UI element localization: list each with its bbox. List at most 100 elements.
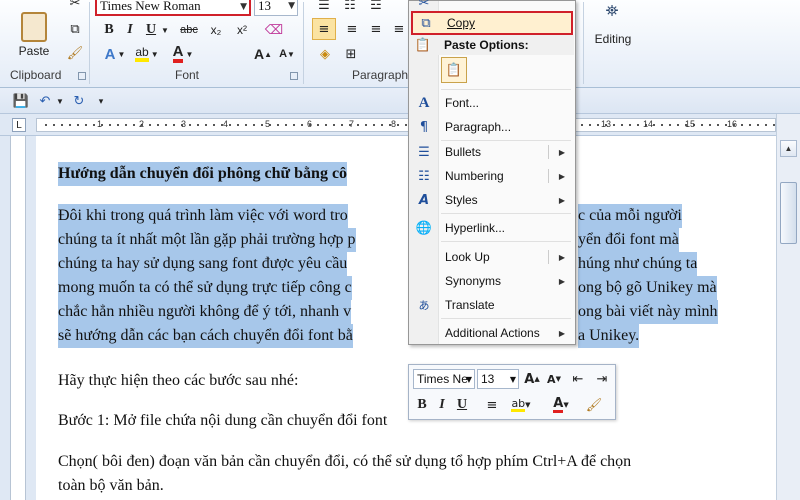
- mini-highlight-icon[interactable]: ab ▼: [507, 396, 535, 414]
- chevron-down-icon[interactable]: ▼: [510, 375, 516, 384]
- document-line-tail[interactable]: yển đổi font mà: [578, 228, 679, 252]
- chevron-right-icon[interactable]: ▶: [559, 329, 565, 338]
- menu-item-additional-actions[interactable]: Additional Actions ▶: [411, 321, 573, 345]
- mini-format-painter-icon[interactable]: 🖌: [585, 396, 603, 414]
- document-page[interactable]: Hướng dẫn chuyển đổi phông chữ bằng cô Đ…: [36, 136, 776, 500]
- chevron-down-icon[interactable]: ▼: [56, 94, 64, 108]
- chevron-down-icon[interactable]: ▼: [466, 375, 472, 384]
- mini-italic-button[interactable]: I: [433, 396, 451, 414]
- document-line-tail[interactable]: ong bài viết này mình: [578, 300, 718, 324]
- format-painter-icon[interactable]: 🖌: [66, 44, 84, 62]
- multilevel-list-icon[interactable]: ☲: [366, 0, 386, 14]
- menu-item-copy[interactable]: ⧉ Copy: [411, 11, 573, 35]
- shrink-font-button[interactable]: A ▼: [276, 44, 298, 64]
- bullets-ribbon-icon[interactable]: ☰: [314, 0, 334, 14]
- clipboard-launcher-icon[interactable]: [78, 72, 86, 80]
- chevron-right-icon[interactable]: ▶: [559, 172, 565, 181]
- font-color-icon[interactable]: A ▼: [168, 44, 198, 64]
- document-line[interactable]: toàn bộ văn bản.: [58, 474, 164, 498]
- strikethrough-button[interactable]: abc: [176, 20, 202, 40]
- tab-selector-icon[interactable]: L: [12, 118, 26, 132]
- grow-font-button[interactable]: A ▲: [252, 44, 274, 64]
- menu-item-paragraph[interactable]: ¶ Paragraph...: [411, 115, 573, 139]
- document-line-tail[interactable]: ong bộ gõ Unikey mà: [578, 276, 717, 300]
- menu-item-numbering[interactable]: ☷ Numbering ▶: [411, 164, 573, 188]
- mini-font-name-combobox[interactable]: Times Ne ▼: [413, 369, 475, 389]
- document-line-tail[interactable]: a Unikey.: [578, 324, 640, 348]
- redo-icon[interactable]: ↻: [70, 92, 88, 110]
- undo-icon[interactable]: ↶: [36, 92, 54, 110]
- menu-item-styles[interactable]: A Styles ▶: [411, 188, 573, 212]
- cut-icon[interactable]: ✂: [66, 0, 84, 12]
- align-left-button[interactable]: ≡: [312, 18, 336, 40]
- chevron-down-icon[interactable]: ▼: [240, 2, 247, 12]
- font-size-combobox[interactable]: 13 ▼: [254, 0, 298, 16]
- mini-center-icon[interactable]: ≡: [483, 396, 501, 414]
- document-line[interactable]: Đôi khi trong quá trình làm việc với wor…: [58, 204, 348, 228]
- ruler-tick: [397, 124, 399, 126]
- chevron-down-icon[interactable]: ▼: [288, 1, 295, 11]
- menu-item-cut-partial[interactable]: ✂: [411, 0, 573, 11]
- mini-font-size-combobox[interactable]: 13 ▼: [477, 369, 519, 389]
- mini-bold-button[interactable]: B: [413, 396, 431, 414]
- paste-button[interactable]: Paste: [14, 0, 54, 58]
- text-effects-icon[interactable]: A ▼: [102, 44, 128, 64]
- menu-item-synonyms[interactable]: Synonyms ▶: [411, 269, 573, 293]
- highlight-color-icon[interactable]: ab ▼: [132, 44, 162, 64]
- document-line[interactable]: chắc hẳn nhiều người không để ý tới, nha…: [58, 300, 352, 324]
- borders-icon[interactable]: ⊞: [340, 44, 362, 64]
- chevron-right-icon[interactable]: ▶: [559, 148, 565, 157]
- horizontal-ruler[interactable]: 12345678910111213141516: [36, 118, 776, 132]
- document-line[interactable]: sẽ hướng dẫn các bạn cách chuyển đổi fon…: [58, 324, 353, 348]
- document-line[interactable]: chúng ta ít nhất một lần gặp phải trường…: [58, 228, 356, 252]
- mini-decrease-indent-icon[interactable]: ⇤: [569, 370, 587, 388]
- clear-formatting-icon[interactable]: ⌫: [262, 20, 286, 40]
- bold-button[interactable]: B: [100, 20, 118, 40]
- document-line[interactable]: Chọn( bôi đen) đoạn văn bản cần chuyển đ…: [58, 450, 631, 474]
- menu-item-lookup[interactable]: Look Up ▶: [411, 245, 573, 269]
- document-line[interactable]: chúng ta hay sử dụng sang font được yêu …: [58, 252, 348, 276]
- chevron-down-icon[interactable]: ▼: [160, 22, 170, 38]
- binoculars-icon[interactable]: ⛯: [600, 0, 624, 24]
- chevron-right-icon[interactable]: ▶: [559, 253, 565, 262]
- split-divider: [548, 169, 549, 183]
- mini-underline-button[interactable]: U: [453, 396, 471, 414]
- ruler-tick: [341, 124, 343, 126]
- document-line[interactable]: Bước 1: Mở file chứa nội dung cần chuyển…: [58, 409, 387, 433]
- paste-keep-formatting-icon[interactable]: 📋: [441, 57, 467, 83]
- underline-button[interactable]: U: [142, 20, 160, 40]
- document-line-tail[interactable]: c của mỗi người: [578, 204, 682, 228]
- align-right-button[interactable]: ≡: [366, 20, 386, 38]
- scroll-up-button[interactable]: ▲: [780, 140, 797, 157]
- chevron-right-icon[interactable]: ▶: [559, 277, 565, 286]
- document-line[interactable]: Hãy thực hiện theo các bước sau nhé:: [58, 369, 298, 393]
- align-center-button[interactable]: ≡: [342, 20, 362, 38]
- menu-item-hyperlink[interactable]: 🌐 Hyperlink...: [411, 216, 573, 240]
- menu-item-bullets[interactable]: ☰ Bullets ▶: [411, 140, 573, 164]
- mini-shrink-font-button[interactable]: A ▼: [545, 370, 563, 388]
- editing-button[interactable]: Editing: [588, 30, 638, 48]
- vertical-scrollbar[interactable]: ▲: [776, 114, 800, 500]
- customize-toolbar-icon[interactable]: ▾: [94, 92, 108, 110]
- save-icon[interactable]: 💾: [12, 92, 30, 110]
- shading-icon[interactable]: ◈: [314, 44, 336, 64]
- justify-button[interactable]: ≡: [392, 20, 406, 38]
- superscript-button[interactable]: x²: [232, 20, 252, 40]
- italic-button[interactable]: I: [121, 20, 139, 40]
- mini-increase-indent-icon[interactable]: ⇥: [593, 370, 611, 388]
- ruler-tick: [229, 124, 231, 126]
- font-launcher-icon[interactable]: [290, 72, 298, 80]
- mini-font-color-icon[interactable]: A ▼: [547, 396, 575, 414]
- copy-small-icon[interactable]: ⧉: [66, 20, 84, 38]
- document-heading[interactable]: Hướng dẫn chuyển đổi phông chữ bằng cô: [58, 162, 348, 186]
- chevron-right-icon[interactable]: ▶: [559, 196, 565, 205]
- document-line-tail[interactable]: húng như chúng ta: [578, 252, 698, 276]
- menu-item-translate[interactable]: あ Translate: [411, 293, 573, 317]
- subscript-button[interactable]: x₂: [206, 20, 226, 40]
- scroll-thumb[interactable]: [780, 182, 797, 244]
- numbering-ribbon-icon[interactable]: ☷: [340, 0, 360, 14]
- document-line[interactable]: mong muốn ta có thể sử dụng trực tiếp cô…: [58, 276, 352, 300]
- menu-item-font[interactable]: A Font...: [411, 91, 573, 115]
- font-name-combobox[interactable]: Times New Roman ▼: [95, 0, 251, 16]
- mini-grow-font-button[interactable]: A ▲: [523, 370, 541, 388]
